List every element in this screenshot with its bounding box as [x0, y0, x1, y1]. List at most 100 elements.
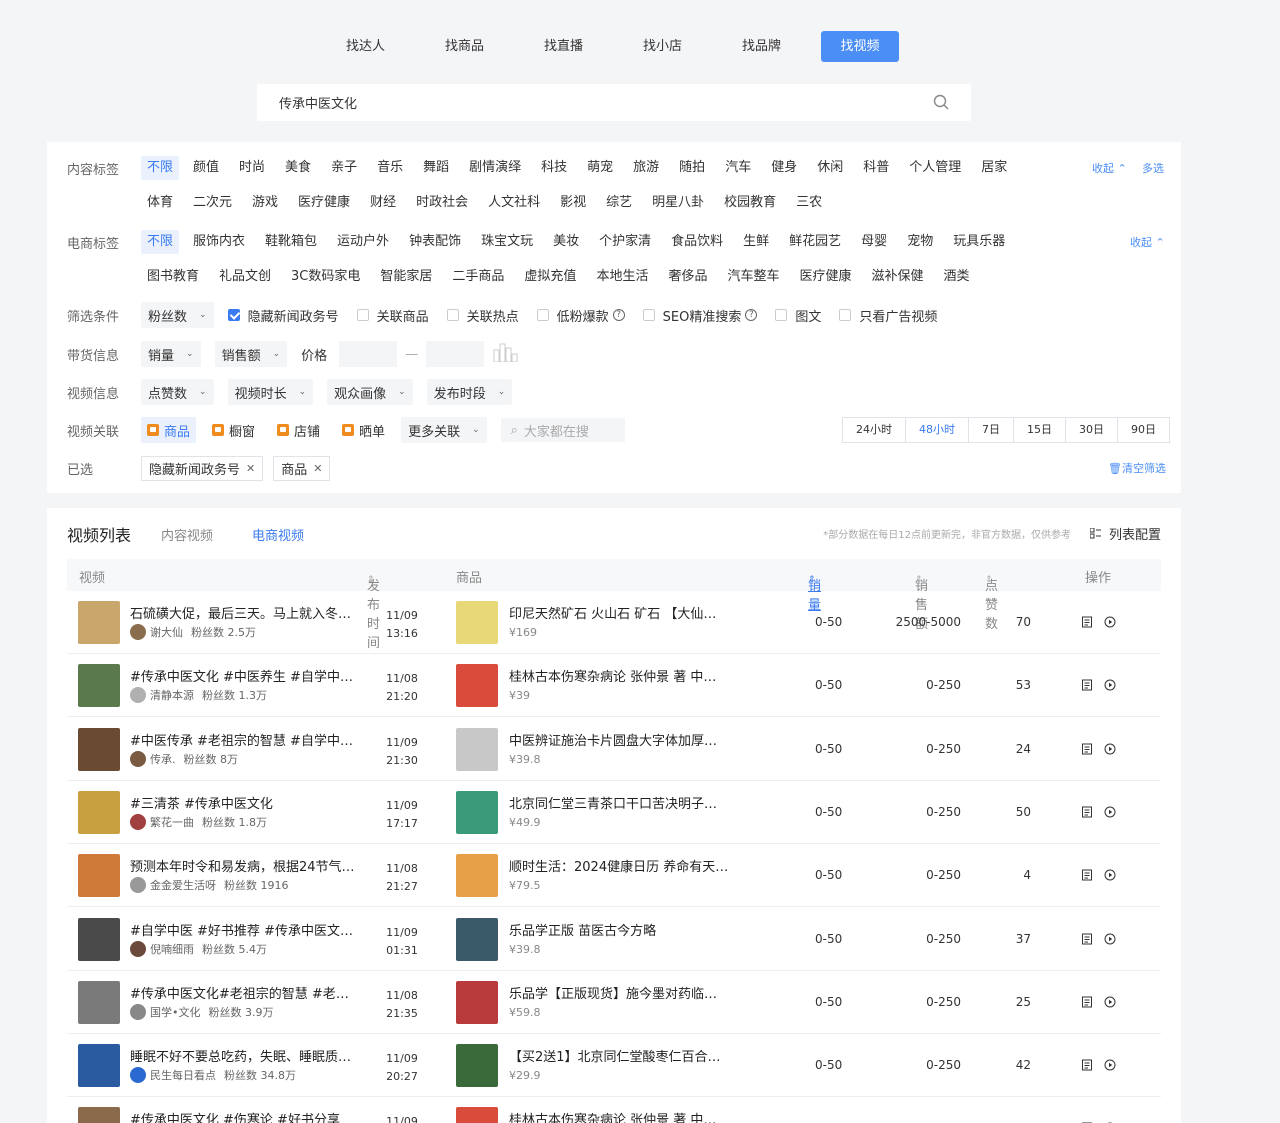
tag-item[interactable]: 鞋靴箱包 — [259, 230, 323, 254]
checkbox-box[interactable] — [536, 309, 549, 321]
video-title[interactable]: 石硫磺大促，最后三天。马上就入冬了... — [130, 603, 355, 622]
product-thumbnail[interactable] — [456, 980, 498, 1024]
product-title[interactable]: 中医辨证施治卡片圆盘大字体加厚版双... — [509, 730, 729, 749]
tag-item[interactable]: 医疗健康 — [292, 191, 356, 215]
time-range-5[interactable]: 90日 — [1118, 418, 1169, 442]
product-title[interactable]: 桂林古本伤寒杂病论 张仲景 著 中国中... — [509, 666, 729, 685]
nav-tab-3[interactable]: 找小店 — [613, 31, 712, 62]
document-icon[interactable] — [1081, 806, 1093, 818]
tag-item[interactable]: 校园教育 — [718, 191, 782, 215]
tag-item[interactable]: 科技 — [535, 156, 573, 180]
tag-item[interactable]: 不限 — [141, 230, 180, 254]
relation-item-1[interactable]: 橱窗 — [206, 417, 261, 443]
author-name[interactable]: 国学•文化 — [150, 1004, 201, 1020]
tag-item[interactable]: 音乐 — [371, 156, 409, 180]
tag-item[interactable]: 宠物 — [901, 230, 939, 254]
product-thumbnail[interactable] — [456, 1044, 498, 1088]
checkbox-box[interactable] — [839, 309, 852, 321]
time-range-0[interactable]: 24小时 — [843, 418, 906, 442]
tag-item[interactable]: 食品饮料 — [665, 230, 729, 254]
help-icon[interactable]: ? — [612, 309, 625, 321]
product-title[interactable]: 顺时生活：2024健康日历 养命有天助... — [509, 856, 729, 875]
tag-item[interactable]: 舞蹈 — [417, 156, 455, 180]
tag-item[interactable]: 不限 — [141, 156, 180, 180]
tag-item[interactable]: 影视 — [554, 191, 592, 215]
video-title[interactable]: #传承中医文化#老祖宗的智慧 #老中... — [130, 983, 355, 1002]
document-icon[interactable] — [1081, 996, 1093, 1008]
tag-item[interactable]: 颜值 — [187, 156, 225, 180]
nav-tab-2[interactable]: 找直播 — [514, 31, 613, 62]
video-thumbnail[interactable] — [78, 980, 120, 1024]
tag-item[interactable]: 汽车 — [719, 156, 757, 180]
tag-item[interactable]: 时政社会 — [410, 191, 474, 215]
tag-item[interactable]: 萌宠 — [581, 156, 619, 180]
product-title[interactable]: 乐品学【正版现货】施今墨对药临床经... — [509, 983, 729, 1002]
checkbox-2[interactable]: 关联热点 — [446, 306, 519, 325]
video-title[interactable]: #三清茶 #传承中医文化 — [130, 793, 355, 812]
tag-item[interactable]: 健身 — [765, 156, 803, 180]
video-thumbnail[interactable] — [78, 1044, 120, 1088]
video-thumbnail[interactable] — [78, 727, 120, 771]
checkbox-box[interactable] — [356, 309, 369, 321]
tag-item[interactable]: 游戏 — [246, 191, 284, 215]
checkbox-box[interactable] — [227, 309, 240, 321]
tag-item[interactable]: 虚拟充值 — [518, 265, 582, 289]
play-icon[interactable] — [1104, 616, 1116, 628]
avatar[interactable] — [130, 940, 146, 957]
tab-content-video[interactable]: 内容视频 — [161, 525, 213, 544]
tag-item[interactable]: 三农 — [790, 191, 828, 215]
time-range-4[interactable]: 30日 — [1066, 418, 1118, 442]
video-title[interactable]: #自学中医 #好书推荐 #传承中医文化 ... — [130, 920, 355, 939]
price-min-input[interactable] — [339, 341, 398, 367]
document-icon[interactable] — [1081, 743, 1093, 755]
product-thumbnail[interactable] — [456, 854, 498, 898]
tag-item[interactable]: 二手商品 — [446, 265, 510, 289]
product-thumbnail[interactable] — [456, 790, 498, 834]
tag-item[interactable]: 个人管理 — [903, 156, 967, 180]
tag-item[interactable]: 财经 — [364, 191, 402, 215]
tag-item[interactable]: 生鲜 — [737, 230, 775, 254]
video-thumbnail[interactable] — [78, 664, 120, 708]
video-dropdown-3[interactable]: 发布时段 ⌄ — [426, 379, 513, 405]
play-icon[interactable] — [1104, 869, 1116, 881]
tag-item[interactable]: 母婴 — [855, 230, 893, 254]
product-title[interactable]: 桂林古本伤寒杂病论 张仲景 著 中国中... — [509, 1109, 729, 1123]
nav-tab-4[interactable]: 找品牌 — [712, 31, 811, 62]
tag-item[interactable]: 旅游 — [627, 156, 665, 180]
tag-item[interactable]: 酒类 — [938, 265, 976, 289]
document-icon[interactable] — [1081, 933, 1093, 945]
product-thumbnail[interactable] — [456, 601, 498, 644]
tag-item[interactable]: 奢侈品 — [662, 265, 713, 289]
tag-item[interactable]: 鲜花园艺 — [783, 230, 847, 254]
tag-item[interactable]: 随拍 — [673, 156, 711, 180]
video-dropdown-1[interactable]: 视频时长 ⌄ — [227, 379, 314, 405]
tag-item[interactable]: 医疗健康 — [793, 265, 857, 289]
avatar[interactable] — [130, 687, 146, 704]
checkbox-0[interactable]: 隐藏新闻政务号 — [227, 306, 339, 325]
tag-item[interactable]: 美食 — [279, 156, 317, 180]
avatar[interactable] — [130, 750, 146, 767]
avatar[interactable] — [130, 877, 146, 894]
tag-item[interactable]: 珠宝文玩 — [475, 230, 539, 254]
avatar[interactable] — [130, 1003, 146, 1020]
author-name[interactable]: 民生每日看点 — [150, 1067, 216, 1083]
more-relation-dropdown[interactable]: 更多关联 ⌄ — [401, 417, 487, 443]
video-title[interactable]: 睡眠不好不要总吃药，失眠、睡眠质量... — [130, 1046, 355, 1065]
video-thumbnail[interactable] — [78, 1107, 120, 1123]
tag-item[interactable]: 时尚 — [233, 156, 271, 180]
nav-tab-5[interactable]: 找视频 — [821, 31, 899, 62]
author-name[interactable]: 倪喃细雨 — [150, 941, 194, 957]
product-title[interactable]: 印尼天然矿石 火山石 矿石 【大仙双十... — [509, 603, 729, 622]
tag-item[interactable]: 体育 — [141, 191, 179, 215]
checkbox-4[interactable]: SEO精准搜索? — [642, 306, 758, 325]
video-dropdown-0[interactable]: 点赞数 ⌄ — [141, 379, 214, 405]
product-thumbnail[interactable] — [456, 664, 498, 708]
nav-tab-0[interactable]: 找达人 — [316, 31, 415, 62]
tab-ecom-video[interactable]: 电商视频 — [252, 525, 304, 544]
video-thumbnail[interactable] — [78, 854, 120, 898]
tag-item[interactable]: 居家 — [975, 156, 1013, 180]
relation-item-3[interactable]: 晒单 — [336, 417, 391, 443]
author-name[interactable]: 清静本源 — [150, 687, 194, 703]
search-icon[interactable] — [933, 94, 950, 111]
help-icon[interactable]: ? — [745, 309, 758, 321]
